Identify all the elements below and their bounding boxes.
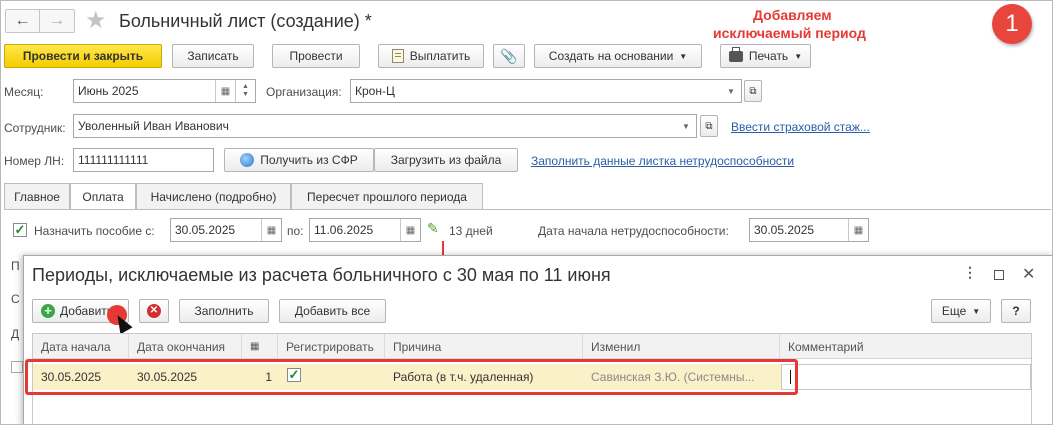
nav-back-forward: ← → [5,9,75,33]
back-arrow-icon[interactable]: ← [6,10,40,32]
printer-icon [728,46,743,62]
get-from-sfr-button[interactable]: Получить из СФР [224,148,374,172]
favorite-star-icon[interactable]: ★ [85,6,107,35]
to-label: по: [287,224,304,238]
hidden-label-s: С [11,292,20,306]
save-button[interactable]: Записать [172,44,254,68]
calendar-icon[interactable]: ▦ [848,219,868,241]
employee-value: Уволенный Иван Иванович [78,119,229,133]
organization-field[interactable]: Крон-Ц ▼ [350,79,742,103]
col-end-date[interactable]: Дата окончания [129,334,242,359]
fill-button[interactable]: Заполнить [179,299,269,323]
dialog-menu-icon[interactable]: ⋮ [963,264,977,281]
help-button[interactable]: ? [1001,299,1031,323]
col-days-icon[interactable]: ▦ [242,334,278,359]
add-all-button[interactable]: Добавить все [279,299,386,323]
sfr-globe-icon [240,153,255,167]
employee-open-button[interactable]: ⧉ [700,115,718,137]
tab-accrued-detailed[interactable]: Начислено (подробно) [136,183,291,209]
add-label: Добавить [60,304,114,318]
hidden-label-p: П [11,259,20,273]
annotation-badge-number: 1 [1005,10,1019,37]
load-from-file-button[interactable]: Загрузить из файла [374,148,518,172]
pay-button[interactable]: Выплатить [378,44,484,68]
ln-number-value: 111111111111 [78,153,149,167]
annotation-badge: 1 [992,4,1032,44]
chevron-down-icon[interactable]: ▼ [721,80,741,102]
dialog-close-icon[interactable]: ✕ [1022,264,1035,284]
col-start-date[interactable]: Дата начала [33,334,129,359]
calendar-icon: ▦ [250,341,260,352]
calendar-icon[interactable]: ▦ [261,219,281,241]
month-field[interactable]: Июнь 2025 ▦ ▲ ▼ [73,79,256,103]
main-window: ← → ★ Больничный лист (создание) * Добав… [0,0,1053,425]
pencil-icon[interactable]: ✎ [427,220,439,237]
organization-open-button[interactable]: ⧉ [744,80,762,102]
tabs-divider [4,209,1051,210]
create-based-label: Создать на основании [548,49,674,63]
incapacity-start-field[interactable]: 30.05.2025 ▦ [749,218,869,242]
col-comment[interactable]: Комментарий [780,334,1031,359]
print-label: Печать [748,49,789,63]
col-changed-by[interactable]: Изменил [583,334,780,359]
benefit-to-value: 11.06.2025 [314,223,374,237]
organization-label: Организация: [266,85,342,99]
window-title: Больничный лист (создание) * [119,11,372,31]
days-count: 13 дней [449,224,493,238]
fill-certificate-link[interactable]: Заполнить данные листка нетрудоспособнос… [531,154,794,168]
pay-document-icon [391,49,404,63]
ln-number-label: Номер ЛН: [4,154,65,168]
benefit-to-field[interactable]: 11.06.2025 ▦ [309,218,421,242]
annotation-line1: Добавляем [753,7,832,23]
benefit-from-field[interactable]: 30.05.2025 ▦ [170,218,282,242]
chevron-down-icon[interactable]: ▼ [676,115,696,137]
employee-label: Сотрудник: [4,121,66,135]
paperclip-icon: 📎 [500,47,518,64]
create-based-on-button[interactable]: Создать на основании ▼ [534,44,702,68]
post-and-close-button[interactable]: Провести и закрыть [4,44,162,68]
more-button[interactable]: Еще ▼ [931,299,991,323]
delete-x-icon: ✕ [147,304,161,318]
dialog-maximize-icon[interactable] [994,270,1004,280]
chevron-down-icon: ▼ [972,306,981,316]
hidden-checkbox [11,361,23,373]
tab-main[interactable]: Главное [4,183,70,209]
col-register[interactable]: Регистрировать [278,334,385,359]
employee-field[interactable]: Уволенный Иван Иванович ▼ [73,114,697,138]
month-value: Июнь 2025 [78,84,139,98]
ln-number-field[interactable]: 111111111111 [73,148,214,172]
tab-recalc-past[interactable]: Пересчет прошлого периода [291,183,483,209]
attach-button[interactable]: 📎 [493,44,525,68]
print-button[interactable]: Печать ▼ [720,44,811,68]
incapacity-start-value: 30.05.2025 [754,223,815,237]
pay-label: Выплатить [409,49,471,63]
col-reason[interactable]: Причина [385,334,583,359]
benefit-from-value: 30.05.2025 [175,223,236,237]
dialog-title: Периоды, исключаемые из расчета больничн… [32,265,611,285]
insurance-experience-link[interactable]: Ввести страховой стаж... [731,120,870,134]
month-label: Месяц: [4,85,44,99]
chevron-down-icon: ▼ [679,51,688,61]
more-label: Еще [941,304,967,318]
assign-benefit-checkbox[interactable]: ✓ [13,223,27,237]
get-sfr-label: Получить из СФР [260,153,358,167]
organization-value: Крон-Ц [355,84,395,98]
annotation-line2: исключаемый период [713,25,866,41]
forward-arrow-icon[interactable]: → [40,10,74,32]
comment-cell[interactable] [781,364,1031,390]
calendar-icon[interactable]: ▦ [215,80,235,102]
add-plus-icon: + [41,304,55,318]
post-button[interactable]: Провести [272,44,360,68]
incapacity-start-label: Дата начала нетрудоспособности: [538,224,729,238]
tab-payment[interactable]: Оплата [70,183,136,210]
assign-benefit-label: Назначить пособие с: [34,224,155,238]
row-highlight-frame [25,359,798,395]
month-spin-icon[interactable]: ▲ ▼ [235,80,255,102]
delete-period-button[interactable]: ✕ [139,299,169,323]
calendar-icon[interactable]: ▦ [400,219,420,241]
hidden-label-d: Д [11,327,20,341]
chevron-down-icon: ▼ [794,51,803,61]
